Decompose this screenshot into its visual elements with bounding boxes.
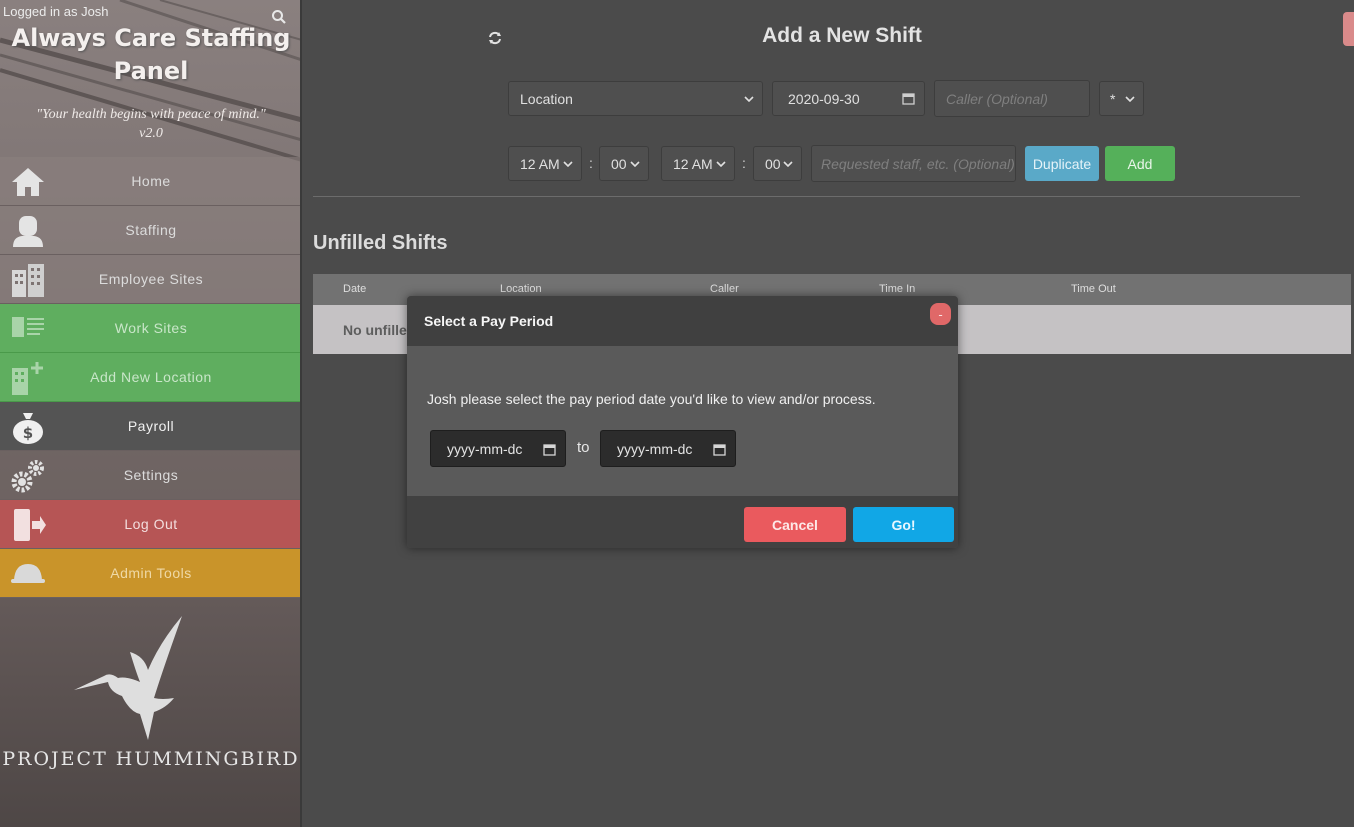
pay-period-end-placeholder: yyyy-mm-dс xyxy=(617,440,693,457)
unfilled-shifts-title: Unfilled Shifts xyxy=(313,232,448,254)
empty-table-message: No unfille xyxy=(343,322,407,338)
pay-period-start-placeholder: yyyy-mm-dс xyxy=(447,440,523,457)
divider xyxy=(313,196,1300,197)
time-out-minute-select[interactable]: 00 xyxy=(753,146,802,181)
calendar-icon[interactable] xyxy=(543,443,556,456)
home-icon xyxy=(12,168,44,196)
time-in-hour-value: 12 AM xyxy=(520,155,560,172)
svg-text:$: $ xyxy=(23,424,33,442)
time-in-hour-select[interactable]: 12 AM xyxy=(508,146,582,181)
chevron-down-icon xyxy=(783,160,793,167)
go-button[interactable]: Go! xyxy=(853,507,954,542)
building-list-icon xyxy=(12,317,44,337)
notes-input[interactable]: Requested staff, etc. (Optional) xyxy=(811,145,1016,182)
brand-title: Always Care Staffing Panel xyxy=(0,22,300,88)
pay-period-modal: Select a Pay Period - Josh please select… xyxy=(407,296,958,548)
date-input-value: 2020-09-30 xyxy=(788,90,860,107)
person-icon xyxy=(13,216,43,247)
exit-door-icon xyxy=(14,509,46,541)
time-out-hour-select[interactable]: 12 AM xyxy=(661,146,735,181)
building-icon xyxy=(12,264,44,297)
sidebar-item-employee-sites[interactable]: Employee Sites xyxy=(0,255,300,304)
date-range-separator: to xyxy=(577,439,590,456)
time-separator: : xyxy=(589,155,593,171)
sidebar-nav: Home Staffing Employee Sites Work Sites … xyxy=(0,157,300,598)
duplicate-button[interactable]: Duplicate xyxy=(1025,146,1099,181)
time-separator: : xyxy=(742,155,746,171)
sidebar-item-settings[interactable]: Settings xyxy=(0,451,300,500)
caller-input[interactable]: Caller (Optional) xyxy=(934,80,1090,117)
chevron-down-icon xyxy=(563,160,573,167)
location-select[interactable]: Location xyxy=(508,81,763,116)
sidebar: Logged in as Josh Always Care Staffing P… xyxy=(0,0,302,827)
building-add-icon xyxy=(12,362,43,395)
page-title: Add a New Shift xyxy=(762,24,922,47)
time-out-minute-value: 00 xyxy=(765,155,781,172)
time-in-minute-value: 00 xyxy=(611,155,627,172)
brand-title-line2: Panel xyxy=(113,57,189,85)
motto-text: "Your health begins with peace of mind." xyxy=(36,107,266,122)
column-header-time-out[interactable]: Time Out xyxy=(1071,283,1116,295)
sidebar-item-home[interactable]: Home xyxy=(0,157,300,206)
sidebar-item-payroll[interactable]: $ Payroll xyxy=(0,402,300,451)
logged-in-text: Logged in as Josh xyxy=(3,4,109,19)
version-text: v2.0 xyxy=(139,126,163,141)
date-input[interactable]: 2020-09-30 xyxy=(772,81,925,116)
column-header-time-in[interactable]: Time In xyxy=(879,283,915,295)
pay-period-end-input[interactable]: yyyy-mm-dс xyxy=(600,430,736,467)
column-header-caller[interactable]: Caller xyxy=(710,283,739,295)
modal-header: Select a Pay Period - xyxy=(407,296,958,346)
modal-title: Select a Pay Period xyxy=(424,313,554,329)
chevron-down-icon xyxy=(630,160,640,167)
sidebar-item-work-sites[interactable]: Work Sites xyxy=(0,304,300,353)
caller-input-placeholder: Caller (Optional) xyxy=(946,90,1048,107)
money-bag-icon: $ xyxy=(13,413,43,444)
time-out-hour-value: 12 AM xyxy=(673,155,713,172)
hard-hat-icon xyxy=(11,564,45,583)
hummingbird-logo xyxy=(74,616,182,740)
brand-title-line1: Always Care Staffing xyxy=(11,24,291,52)
pay-period-start-input[interactable]: yyyy-mm-dс xyxy=(430,430,566,467)
notes-input-placeholder: Requested staff, etc. (Optional) xyxy=(821,155,1015,172)
sidebar-item-log-out[interactable]: Log Out xyxy=(0,500,300,549)
star-select[interactable]: * xyxy=(1099,81,1144,116)
calendar-icon[interactable] xyxy=(713,443,726,456)
gears-icon xyxy=(11,460,44,493)
star-select-value: * xyxy=(1110,90,1116,107)
column-header-location[interactable]: Location xyxy=(500,283,542,295)
sidebar-item-staffing[interactable]: Staffing xyxy=(0,206,300,255)
cancel-button[interactable]: Cancel xyxy=(744,507,846,542)
chevron-down-icon xyxy=(1125,95,1135,102)
add-button[interactable]: Add xyxy=(1105,146,1175,181)
location-select-value: Location xyxy=(520,90,573,107)
calendar-icon[interactable] xyxy=(902,92,915,105)
modal-close-button[interactable]: - xyxy=(930,303,951,325)
modal-message: Josh please select the pay period date y… xyxy=(427,391,876,407)
time-in-minute-select[interactable]: 00 xyxy=(599,146,649,181)
chevron-down-icon xyxy=(744,95,754,102)
project-hummingbird-text: PROJECT HUMMINGBIRD xyxy=(2,748,300,770)
column-header-date[interactable]: Date xyxy=(343,283,366,295)
chevron-down-icon xyxy=(716,160,726,167)
sidebar-item-add-new-location[interactable]: Add New Location xyxy=(0,353,300,402)
sidebar-item-admin-tools[interactable]: Admin Tools xyxy=(0,549,300,598)
